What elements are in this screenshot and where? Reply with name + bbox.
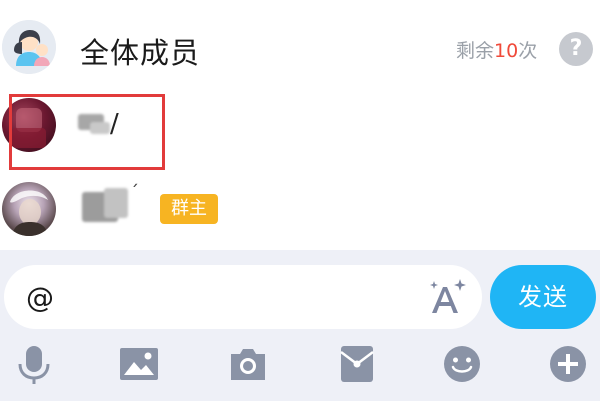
member-avatar xyxy=(2,182,56,236)
remaining-count-text: 剩余10次 xyxy=(456,36,537,63)
help-icon[interactable]: ? xyxy=(559,32,593,66)
list-item-member[interactable]: ˊ 群主 xyxy=(0,174,600,244)
all-members-title: 全体成员 xyxy=(80,36,201,70)
image-icon[interactable] xyxy=(117,342,161,386)
camera-icon[interactable] xyxy=(226,342,270,386)
member-name-mark: ˊ xyxy=(130,182,139,203)
remaining-count-number: 10 xyxy=(494,40,519,62)
emoji-icon[interactable] xyxy=(440,342,484,386)
list-item-all-members[interactable]: 全体成员 剩余10次 ? xyxy=(0,14,600,84)
message-input-value: @ xyxy=(26,281,54,314)
plus-icon[interactable] xyxy=(546,342,590,386)
red-packet-icon[interactable] xyxy=(335,342,379,386)
member-name-blurred: ˊ xyxy=(82,182,152,226)
annotation-highlight-box xyxy=(9,94,165,170)
group-owner-badge: 群主 xyxy=(160,194,218,224)
remaining-prefix: 剩余 xyxy=(456,40,495,62)
all-members-avatar xyxy=(2,20,56,74)
send-button[interactable]: 发送 xyxy=(490,265,596,329)
mention-member-list: 全体成员 剩余10次 ? / ˊ 群主 xyxy=(0,0,600,250)
ai-font-icon[interactable] xyxy=(426,275,470,319)
remaining-suffix: 次 xyxy=(518,40,538,62)
message-input[interactable]: @ xyxy=(4,265,482,329)
microphone-icon[interactable] xyxy=(12,342,56,386)
